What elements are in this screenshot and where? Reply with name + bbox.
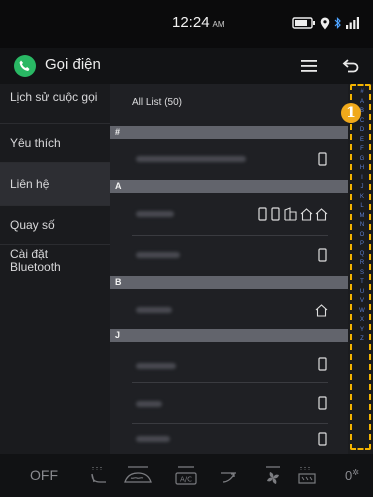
ampm-text: AM [212, 20, 225, 29]
location-icon [320, 17, 330, 29]
index-letter[interactable]: T [360, 278, 364, 288]
sidebar-item-bluetooth-settings[interactable]: Cài đặt Bluetooth [0, 248, 110, 284]
back-button[interactable] [340, 56, 362, 76]
contact-name-redacted [136, 252, 180, 258]
contact-name-redacted [136, 436, 170, 442]
home-icon [300, 208, 313, 221]
mobile-icon [271, 207, 280, 221]
battery-icon [292, 17, 315, 29]
climate-off-button[interactable]: OFF [30, 467, 58, 483]
fan-icon[interactable] [262, 464, 284, 486]
fan-small-icon: ✲ [352, 468, 359, 477]
contact-row[interactable] [110, 289, 348, 329]
sidebar-item-dialer[interactable]: Quay số [0, 206, 110, 244]
index-letter[interactable]: H [360, 164, 364, 174]
contact-row[interactable] [110, 139, 348, 180]
status-bar: 12:24 AM [0, 0, 373, 48]
index-letter[interactable]: U [360, 288, 364, 298]
menu-button[interactable] [298, 56, 322, 76]
contact-row[interactable] [110, 424, 348, 454]
index-letter[interactable]: X [360, 316, 364, 326]
index-letter[interactable]: I [361, 174, 363, 184]
contact-name-redacted [136, 156, 246, 162]
mobile-icon [318, 357, 327, 371]
sidebar-item-favorites[interactable]: Yêu thích [0, 124, 110, 162]
status-time: 12:24 AM [172, 14, 225, 31]
recirculation-icon[interactable] [218, 464, 240, 486]
climate-bar: OFF A/C 0✲ [0, 454, 373, 497]
index-letter[interactable]: G [360, 155, 365, 165]
index-letter[interactable]: N [360, 221, 364, 231]
mobile-icon [318, 248, 327, 262]
sidebar-item-label: Liên hệ [10, 177, 50, 191]
index-letter[interactable]: J [361, 183, 364, 193]
list-header: All List (50) [132, 97, 183, 108]
contact-row[interactable] [110, 193, 348, 235]
sidebar-item-label: Lịch sử cuộc gọi [10, 90, 98, 104]
index-letter[interactable]: C [360, 117, 364, 127]
index-letter[interactable]: E [360, 136, 364, 146]
index-letter[interactable]: S [360, 269, 364, 279]
bluetooth-icon [334, 17, 341, 29]
index-letter[interactable]: R [360, 259, 364, 269]
divider [0, 244, 110, 245]
index-letter[interactable]: Z [360, 335, 364, 345]
contact-name-redacted [136, 401, 162, 407]
status-icons [292, 16, 360, 30]
sidebar-item-call-history[interactable]: Lịch sử cuộc gọi [0, 88, 110, 124]
time-text: 12:24 [172, 14, 210, 31]
hamburger-icon [301, 60, 317, 72]
mobile-icon [318, 152, 327, 166]
index-letter[interactable]: W [359, 307, 365, 317]
rear-defrost-icon[interactable] [296, 464, 318, 486]
contact-name-redacted [136, 211, 174, 217]
back-icon [342, 59, 359, 73]
index-letter[interactable]: P [360, 240, 364, 250]
sidebar-item-label: Quay số [10, 218, 55, 232]
annotation-badge: 1 [341, 103, 361, 123]
app-title: Gọi điện [45, 56, 101, 73]
section-header: # [110, 126, 348, 139]
index-letter[interactable]: L [360, 202, 363, 212]
contact-name-redacted [136, 307, 172, 313]
sidebar: Lịch sử cuộc gọi Yêu thích Liên hệ Quay … [0, 84, 110, 454]
index-letter[interactable]: # [360, 88, 363, 98]
app-bar: Gọi điện [0, 48, 373, 84]
index-letter[interactable]: Y [360, 326, 364, 336]
contacts-list: All List (50) # A B J [110, 84, 348, 454]
fan-level: 0✲ [345, 468, 359, 483]
section-header: A [110, 180, 348, 193]
index-letter[interactable]: F [360, 145, 364, 155]
index-letter[interactable]: V [360, 297, 364, 307]
contact-row[interactable] [110, 342, 348, 382]
signal-icon [346, 17, 359, 29]
office-icon [284, 207, 297, 221]
svg-text:A/C: A/C [180, 476, 192, 484]
section-header: J [110, 329, 348, 342]
index-letter[interactable]: A [360, 98, 364, 108]
alphabet-letters[interactable]: # A B C D E F G H I J K L M N O P Q R S … [355, 88, 369, 345]
index-letter[interactable]: D [360, 126, 364, 136]
section-header: B [110, 276, 348, 289]
front-defrost-icon[interactable] [122, 464, 154, 486]
index-letter[interactable]: M [360, 212, 365, 222]
sidebar-item-label: Yêu thích [10, 136, 61, 150]
ac-icon[interactable]: A/C [174, 464, 198, 486]
contact-name-redacted [136, 363, 176, 369]
contact-row[interactable] [110, 236, 348, 274]
index-letter[interactable]: K [360, 193, 364, 203]
index-letter[interactable]: Q [360, 250, 365, 260]
seat-heater-icon[interactable] [88, 464, 110, 486]
sidebar-item-label: Cài đặt Bluetooth [10, 247, 61, 274]
mobile-icon [318, 396, 327, 410]
sidebar-item-contacts[interactable]: Liên hệ [0, 163, 110, 205]
contact-row[interactable] [110, 383, 348, 423]
index-letter[interactable]: O [360, 231, 365, 241]
home-icon [315, 304, 328, 317]
home-icon [315, 208, 328, 221]
mobile-icon [318, 432, 327, 446]
phone-app-icon [14, 55, 36, 77]
mobile-icon [258, 207, 267, 221]
